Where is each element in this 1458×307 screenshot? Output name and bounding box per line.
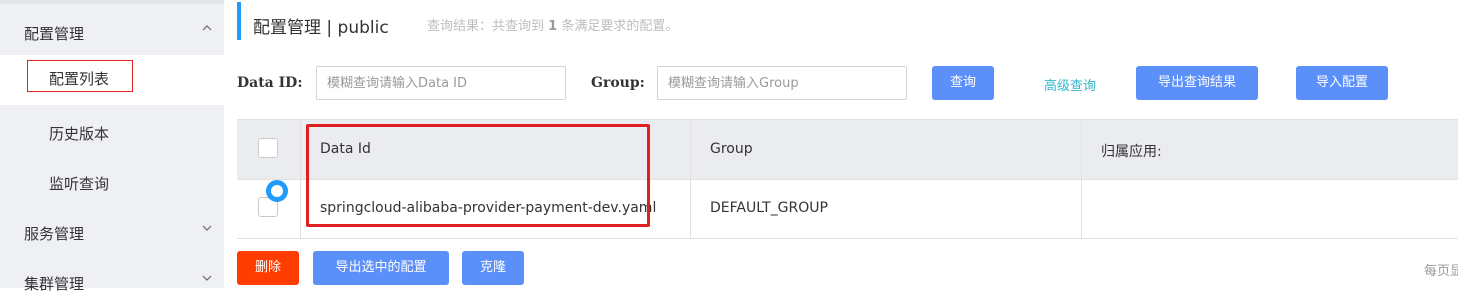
group-input[interactable] — [657, 66, 907, 100]
annotation-highlight-box — [306, 124, 650, 227]
delete-button[interactable]: 删除 — [237, 251, 299, 285]
column-header-group: Group — [710, 141, 753, 157]
column-divider — [1081, 120, 1082, 238]
clone-button[interactable]: 克隆 — [462, 251, 524, 285]
sidebar-group-cluster-management[interactable]: 集群管理 — [0, 257, 224, 307]
column-header-app: 归属应用: — [1101, 144, 1162, 160]
chevron-down-icon — [202, 275, 212, 281]
config-table: Data Id Group 归属应用: springcloud-alibaba-… — [237, 119, 1458, 239]
query-result-summary: 查询结果：共查询到 1 条满足要求的配置。 — [427, 15, 678, 34]
group-label: Group: — [591, 75, 645, 91]
column-divider — [300, 120, 301, 238]
sidebar-item-config-list[interactable]: 配置列表 — [0, 55, 224, 105]
cursor-ring-icon — [266, 180, 288, 202]
query-button[interactable]: 查询 — [932, 66, 994, 100]
chevron-up-icon — [202, 25, 212, 31]
main-content: 配置管理 | public 查询结果：共查询到 1 条满足要求的配置。 Data… — [224, 0, 1458, 288]
sidebar-top-divider — [0, 0, 224, 4]
sidebar-group-label: 集群管理 — [24, 275, 85, 293]
column-divider — [690, 120, 691, 238]
sidebar-item-label: 配置列表 — [49, 70, 110, 88]
cell-group: DEFAULT_GROUP — [710, 200, 828, 216]
import-config-button[interactable]: 导入配置 — [1296, 66, 1388, 100]
dataid-input[interactable] — [316, 66, 566, 100]
sidebar-group-label: 服务管理 — [24, 225, 85, 243]
sidebar-item-label: 历史版本 — [49, 125, 110, 143]
result-suffix: 条满足要求的配置。 — [561, 19, 679, 34]
sidebar-item-listener-query[interactable]: 监听查询 — [0, 157, 224, 207]
title-accent-bar — [237, 2, 241, 40]
sidebar: 配置管理 配置列表 历史版本 监听查询 服务管理 集群管理 — [0, 0, 224, 293]
sidebar-group-service-management[interactable]: 服务管理 — [0, 207, 224, 257]
export-selected-button[interactable]: 导出选中的配置 — [313, 251, 449, 285]
sidebar-group-label: 配置管理 — [24, 25, 85, 43]
chevron-down-icon — [202, 225, 212, 231]
result-count: 1 — [548, 19, 558, 34]
sidebar-item-label: 监听查询 — [49, 175, 110, 193]
export-results-button[interactable]: 导出查询结果 — [1136, 66, 1258, 100]
advanced-query-link[interactable]: 高级查询 — [1044, 75, 1096, 94]
sidebar-item-history[interactable]: 历史版本 — [0, 107, 224, 157]
sidebar-group-config-management[interactable]: 配置管理 — [0, 7, 224, 57]
dataid-label: Data ID: — [237, 75, 303, 91]
per-page-label: 每页显示 — [1424, 264, 1458, 279]
select-all-checkbox[interactable] — [258, 138, 278, 158]
page-title: 配置管理 | public — [253, 18, 389, 38]
result-prefix: 查询结果：共查询到 — [427, 19, 545, 34]
